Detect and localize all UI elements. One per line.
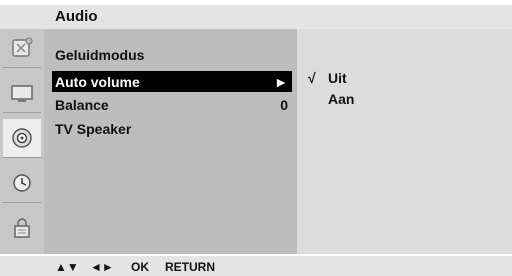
updown-arrows-icon: ▲▼: [55, 260, 79, 274]
sidebar-item-picture[interactable]: [3, 29, 41, 68]
menu-icon-strip: [0, 29, 44, 254]
return-hint: RETURN: [165, 260, 215, 274]
sidebar-item-lock[interactable]: [3, 209, 41, 247]
screen-icon: [11, 85, 33, 102]
footer-hint-bar: ▲▼ ◄► OK RETURN: [0, 256, 512, 276]
checkmark-icon: √: [308, 70, 316, 86]
option-label: Uit: [328, 70, 347, 86]
submenu-arrow-icon: ►: [274, 73, 288, 90]
menu-item-balance[interactable]: Balance 0: [52, 94, 292, 115]
menu-item-auto-volume[interactable]: Auto volume ►: [52, 71, 292, 92]
lock-icon: [14, 218, 30, 238]
page-title: Audio: [55, 8, 98, 25]
sidebar-item-audio[interactable]: [3, 119, 41, 158]
leftright-arrows-icon: ◄►: [90, 260, 114, 274]
menu-item-label: Balance: [55, 96, 109, 113]
title-bar: Audio: [0, 5, 512, 29]
balance-value: 0: [280, 96, 288, 113]
option-aan[interactable]: Aan: [308, 90, 354, 108]
clock-icon: [13, 174, 31, 192]
submenu-panel: [297, 29, 512, 254]
sidebar-item-time[interactable]: [3, 164, 41, 203]
option-uit[interactable]: √ Uit: [308, 69, 347, 87]
ok-hint: OK: [131, 260, 149, 274]
option-label: Aan: [328, 91, 355, 107]
sidebar-item-screen[interactable]: [3, 74, 41, 113]
menu-item-geluidmodus[interactable]: Geluidmodus: [52, 44, 292, 65]
audio-icon: [12, 128, 32, 148]
picture-icon: [12, 37, 33, 57]
menu-item-tv-speaker[interactable]: TV Speaker: [52, 118, 292, 139]
menu-item-label: Auto volume: [55, 73, 140, 90]
menu-item-label: TV Speaker: [55, 120, 132, 137]
menu-item-label: Geluidmodus: [55, 46, 145, 63]
